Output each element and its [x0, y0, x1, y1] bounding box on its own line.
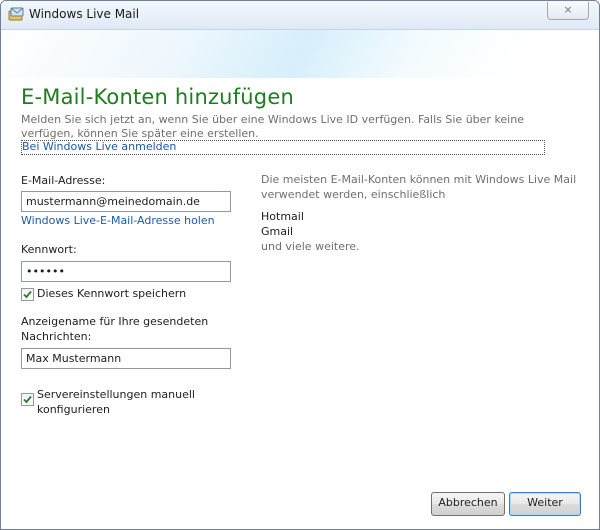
- cancel-button[interactable]: Abbrechen: [431, 492, 505, 516]
- info-line2: verwendet werden, einschließlich: [261, 188, 446, 201]
- email-label: E-Mail-Adresse:: [21, 174, 106, 187]
- info-line1: Die meisten E-Mail-Konten können mit Win…: [261, 173, 577, 186]
- password-input[interactable]: [22, 262, 230, 281]
- info-more: und viele weitere.: [261, 240, 360, 253]
- provider-hotmail: Hotmail: [261, 210, 304, 223]
- header-banner: [1, 30, 599, 78]
- add-account-dialog: Windows Live Mail × E-Mail-Konten hinzuf…: [0, 0, 600, 530]
- provider-gmail: Gmail: [261, 225, 294, 238]
- display-name-input[interactable]: [22, 349, 230, 368]
- close-button[interactable]: ×: [547, 2, 589, 20]
- info-text: Die meisten E-Mail-Konten können mit Win…: [261, 172, 576, 202]
- save-password-box[interactable]: [21, 288, 34, 301]
- manual-config-label-line1: Servereinstellungen manuell: [37, 388, 195, 401]
- checkmark-icon: [23, 290, 32, 299]
- password-field[interactable]: [21, 261, 231, 282]
- save-password-label: Dieses Kennwort speichern: [37, 287, 187, 300]
- next-button[interactable]: Weiter: [509, 492, 581, 516]
- display-name-label-line2: Nachrichten:: [21, 330, 92, 343]
- page-heading: E-Mail-Konten hinzufügen: [21, 85, 294, 109]
- email-field[interactable]: [21, 191, 231, 212]
- close-icon: ×: [563, 3, 573, 16]
- window-title: Windows Live Mail: [29, 7, 140, 21]
- checkmark-icon: [23, 395, 32, 404]
- display-name-label: Anzeigename für Ihre gesendeten Nachrich…: [21, 314, 208, 344]
- title-bar[interactable]: Windows Live Mail ×: [1, 1, 599, 30]
- signin-link-focus[interactable]: Bei Windows Live anmelden: [21, 140, 545, 155]
- manual-config-box[interactable]: [21, 393, 34, 406]
- display-name-field[interactable]: [21, 348, 231, 369]
- windows-live-mail-icon: [8, 7, 24, 21]
- intro-text: Melden Sie sich jetzt an, wenn Sie über …: [21, 113, 524, 140]
- get-address-link[interactable]: Windows Live-E-Mail-Adresse holen: [21, 214, 215, 227]
- signin-link[interactable]: Bei Windows Live anmelden: [22, 140, 176, 153]
- display-name-label-line1: Anzeigename für Ihre gesendeten: [21, 315, 209, 328]
- manual-config-label-line2: konfigurieren: [37, 403, 110, 416]
- email-input[interactable]: [22, 192, 230, 211]
- manual-config-label: Servereinstellungen manuell konfiguriere…: [37, 387, 195, 417]
- password-label: Kennwort:: [21, 243, 77, 256]
